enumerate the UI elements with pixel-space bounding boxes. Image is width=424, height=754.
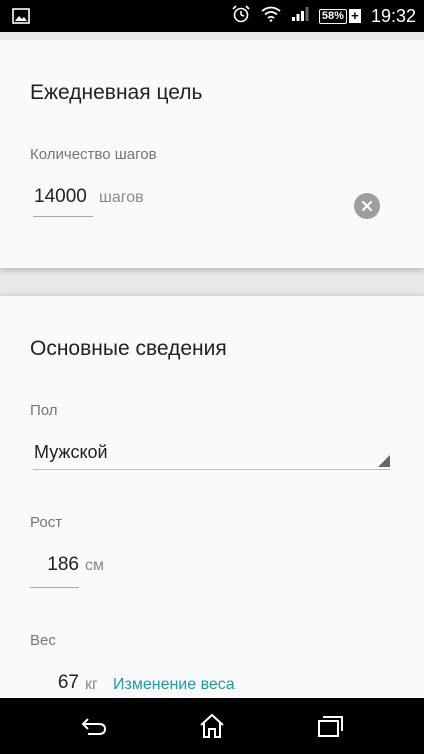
daily-goal-title: Ежедневная цель: [30, 81, 203, 104]
daily-goal-card: Ежедневная цель Количество шагов 14000 ш…: [0, 40, 424, 268]
weight-input[interactable]: 67: [30, 668, 79, 698]
navigation-bar: [0, 698, 424, 754]
steps-input[interactable]: 14000: [33, 180, 93, 217]
wifi-icon: [261, 6, 281, 27]
height-value: 186: [47, 554, 79, 575]
height-input[interactable]: 186: [30, 549, 79, 588]
back-icon: [81, 718, 107, 735]
clock: 19:32: [370, 5, 416, 26]
gender-dropdown[interactable]: Мужской: [33, 430, 390, 470]
status-bar: 58% + 19:32: [0, 0, 424, 32]
steps-unit: шагов: [99, 189, 144, 206]
home-icon: [200, 713, 224, 738]
steps-label: Количество шагов: [30, 146, 157, 163]
close-icon: [361, 200, 373, 212]
weight-label: Вес: [30, 632, 56, 649]
battery-indicator: 58% +: [318, 8, 361, 24]
alarm-icon: [231, 4, 251, 29]
weight-unit: кг: [85, 676, 98, 693]
height-input-underline: [30, 587, 79, 588]
charging-icon: +: [348, 9, 361, 23]
weight-value: 67: [57, 672, 79, 693]
image-notification-icon: [12, 8, 30, 29]
clear-steps-button[interactable]: [354, 193, 380, 219]
height-unit: см: [85, 557, 104, 574]
back-button[interactable]: [74, 710, 114, 742]
battery-level: 58%: [318, 8, 347, 24]
basic-info-title: Основные сведения: [30, 337, 227, 360]
gender-dropdown-underline: [33, 469, 390, 470]
steps-input-underline: [33, 216, 93, 217]
recent-apps-button[interactable]: [310, 710, 350, 742]
home-button[interactable]: [192, 710, 232, 742]
dropdown-arrow-icon: [378, 455, 390, 467]
signal-icon: [291, 6, 309, 27]
gender-selected-value: Мужской: [34, 442, 108, 462]
height-label: Рост: [30, 514, 63, 531]
gender-label: Пол: [30, 402, 58, 419]
basic-info-card: Основные сведения Пол Мужской Рост 186 с…: [0, 296, 424, 698]
recent-apps-icon: [318, 716, 343, 737]
steps-value: 14000: [34, 186, 87, 207]
weight-change-link[interactable]: Изменение веса: [113, 676, 235, 694]
